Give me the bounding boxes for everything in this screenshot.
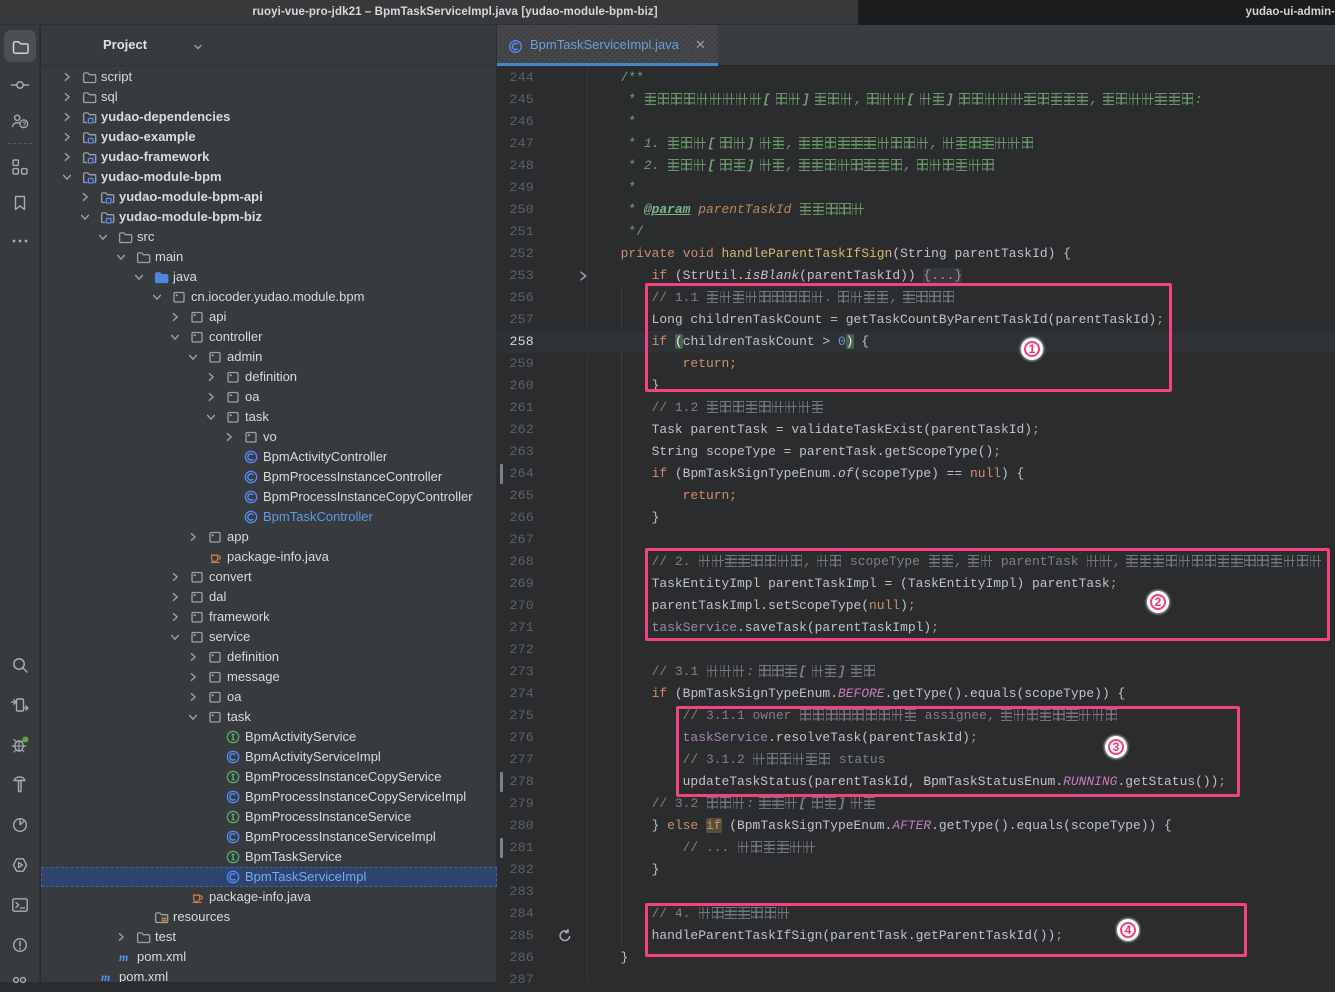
svg-text:m: m [101, 970, 110, 982]
svg-text:?: ? [22, 119, 27, 128]
svg-text:m: m [119, 950, 128, 964]
